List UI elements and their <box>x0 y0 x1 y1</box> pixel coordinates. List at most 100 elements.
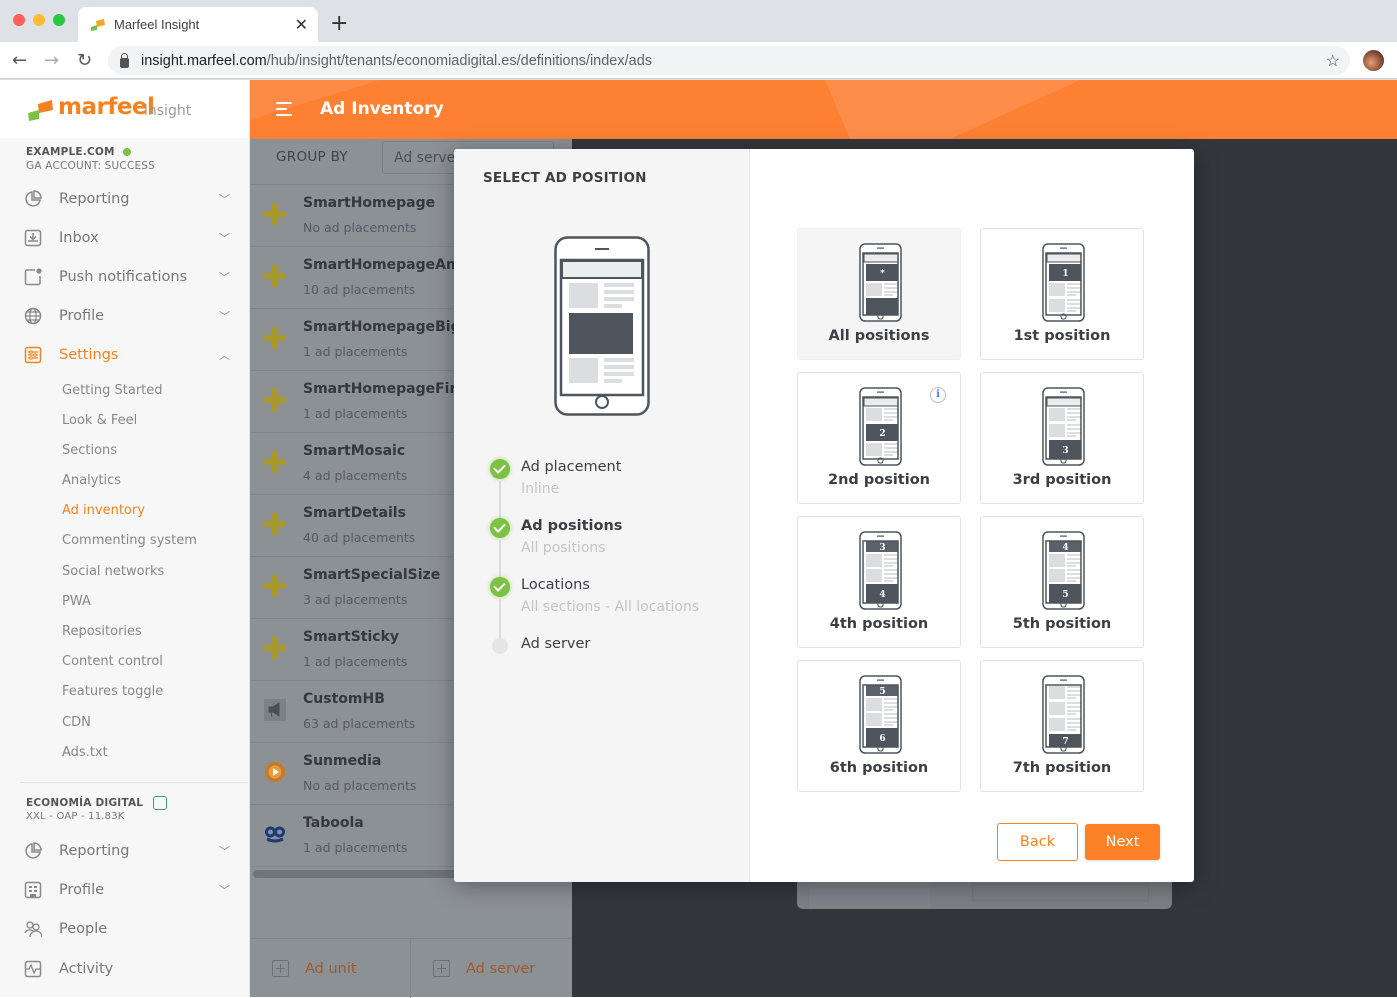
sidebar-item-label: Reporting <box>59 191 130 207</box>
add-ad-unit-label: Ad unit <box>305 960 357 977</box>
step-value: All positions <box>521 540 606 556</box>
hamburger-menu-icon[interactable] <box>276 102 292 116</box>
browser-tab[interactable]: Marfeel Insight ✕ <box>78 7 318 42</box>
position-option-3[interactable]: 3 3rd position <box>980 372 1144 504</box>
list-item-count: 1 ad placements <box>303 840 408 855</box>
building-icon <box>24 881 42 899</box>
plus-icon <box>264 389 286 411</box>
step-value: Inline <box>521 481 560 497</box>
position-label: 1st position <box>1013 328 1111 344</box>
add-ad-unit-button[interactable]: Ad unit <box>272 939 357 998</box>
step-value: All sections - All locations <box>521 599 700 615</box>
taboola-icon <box>264 823 286 845</box>
sidebar-item-profile[interactable]: Profile ﹀ <box>24 301 234 331</box>
bookmark-star-icon[interactable]: ☆ <box>1326 51 1340 71</box>
list-item-count: No ad placements <box>303 778 417 793</box>
window-maximize-button[interactable] <box>53 14 65 26</box>
sidebar-item-label: People <box>59 921 108 937</box>
position-option-5[interactable]: 4 5 5th position <box>980 516 1144 648</box>
step-label: Ad server <box>521 636 591 652</box>
sidebar-item-settings[interactable]: Settings ︿ <box>24 340 234 370</box>
settings-item-pwa[interactable]: PWA <box>62 594 91 609</box>
close-tab-icon[interactable]: ✕ <box>295 15 308 34</box>
group-by-label: GROUP BY <box>276 149 348 165</box>
select-ad-position-modal: SELECT AD POSITION Ad placement Inline A… <box>454 149 1194 882</box>
settings-item-features-toggle[interactable]: Features toggle <box>62 684 163 699</box>
list-item-name: SmartSticky <box>303 629 400 645</box>
footer-divider <box>410 939 411 998</box>
position-option-6[interactable]: 5 6 6th position <box>797 660 961 792</box>
check-icon <box>490 577 510 597</box>
reload-icon[interactable]: ↻ <box>77 50 92 71</box>
window-close-button[interactable] <box>13 14 25 26</box>
info-icon[interactable]: i <box>930 387 946 403</box>
list-footer: Ad unit Ad server <box>250 938 572 998</box>
marfeel-logo[interactable]: marfeel insight <box>0 80 249 138</box>
sidebar-item-label: Settings <box>59 347 119 363</box>
svg-text:6: 6 <box>879 734 885 744</box>
list-item-count: 4 ad placements <box>303 468 408 483</box>
horizontal-scrollbar[interactable] <box>253 870 483 878</box>
sidebar-item-people[interactable]: People <box>24 914 234 944</box>
settings-item-repositories[interactable]: Repositories <box>62 624 142 639</box>
list-item-name: SmartMosaic <box>303 443 406 459</box>
forward-arrow-icon[interactable]: → <box>44 50 59 71</box>
url-bar[interactable]: insight.marfeel.com/hub/insight/tenants/… <box>108 46 1350 75</box>
position-label: 6th position <box>829 760 929 776</box>
position-option-1[interactable]: 1 1st position <box>980 228 1144 360</box>
position-option-4[interactable]: 3 4 4th position <box>797 516 961 648</box>
activity-icon <box>24 960 42 978</box>
profile-avatar[interactable] <box>1363 50 1384 71</box>
sidebar-item-reporting[interactable]: Reporting ﹀ <box>24 184 234 214</box>
plus-square-icon <box>272 960 289 977</box>
svg-text:*: * <box>880 269 885 279</box>
account-status: GA ACCOUNT: SUCCESS <box>26 160 156 172</box>
svg-text:4: 4 <box>1062 543 1068 553</box>
step-label: Ad positions <box>521 518 623 534</box>
step-label: Ad placement <box>521 459 622 475</box>
list-item-name: Sunmedia <box>303 753 382 769</box>
account-name: EXAMPLE.COM <box>26 146 115 158</box>
window-minimize-button[interactable] <box>33 14 45 26</box>
sidebar-item-profile-tenant[interactable]: Profile ﹀ <box>24 875 234 905</box>
phone-position-icon: * <box>859 243 902 326</box>
check-icon <box>490 459 510 479</box>
back-button[interactable]: Back <box>997 823 1078 861</box>
next-button[interactable]: Next <box>1085 824 1160 860</box>
position-label: 2nd position <box>828 472 930 488</box>
svg-text:4: 4 <box>879 590 885 600</box>
modal-title: SELECT AD POSITION <box>483 170 647 186</box>
settings-item-sections[interactable]: Sections <box>62 443 117 458</box>
pie-chart-icon <box>24 842 42 860</box>
sidebar-item-push-notifications[interactable]: Push notifications ﹀ <box>24 262 234 292</box>
position-option-7[interactable]: 7 7th position <box>980 660 1144 792</box>
step-label: Locations <box>521 577 590 593</box>
settings-item-social-networks[interactable]: Social networks <box>62 564 164 579</box>
settings-item-commenting-system[interactable]: Commenting system <box>62 533 197 548</box>
settings-item-ads-txt[interactable]: Ads.txt <box>62 745 108 760</box>
position-option-all[interactable]: * All positions <box>797 228 961 360</box>
url-host: insight.marfeel.com <box>141 52 267 69</box>
add-ad-server-button[interactable]: Ad server <box>433 939 535 998</box>
position-label: 4th position <box>829 616 929 632</box>
browser-chrome: Marfeel Insight ✕ + ← → ↻ insight.marfee… <box>0 0 1397 80</box>
position-option-2[interactable]: 2 2nd position i <box>797 372 961 504</box>
settings-item-cdn[interactable]: CDN <box>62 715 91 730</box>
pending-dot-icon <box>492 638 508 654</box>
plus-icon <box>264 203 286 225</box>
back-arrow-icon[interactable]: ← <box>12 50 27 71</box>
sidebar-item-inbox[interactable]: Inbox ﹀ <box>24 223 234 253</box>
phone-preview-icon <box>554 236 650 416</box>
settings-item-analytics[interactable]: Analytics <box>62 473 121 488</box>
sidebar: marfeel insight EXAMPLE.COM GA ACCOUNT: … <box>0 80 250 997</box>
settings-item-ad-inventory[interactable]: Ad inventory <box>62 503 145 518</box>
settings-item-content-control[interactable]: Content control <box>62 654 163 669</box>
settings-item-look-feel[interactable]: Look & Feel <box>62 413 137 428</box>
settings-item-getting-started[interactable]: Getting Started <box>62 383 163 398</box>
page-title: Ad Inventory <box>320 99 444 119</box>
sidebar-item-label: Activity <box>59 961 114 977</box>
sidebar-item-activity[interactable]: Activity <box>24 954 234 984</box>
marfeel-favicon-icon <box>90 18 106 32</box>
new-tab-icon[interactable]: + <box>330 11 348 36</box>
sidebar-item-reporting-tenant[interactable]: Reporting ﹀ <box>24 836 234 866</box>
